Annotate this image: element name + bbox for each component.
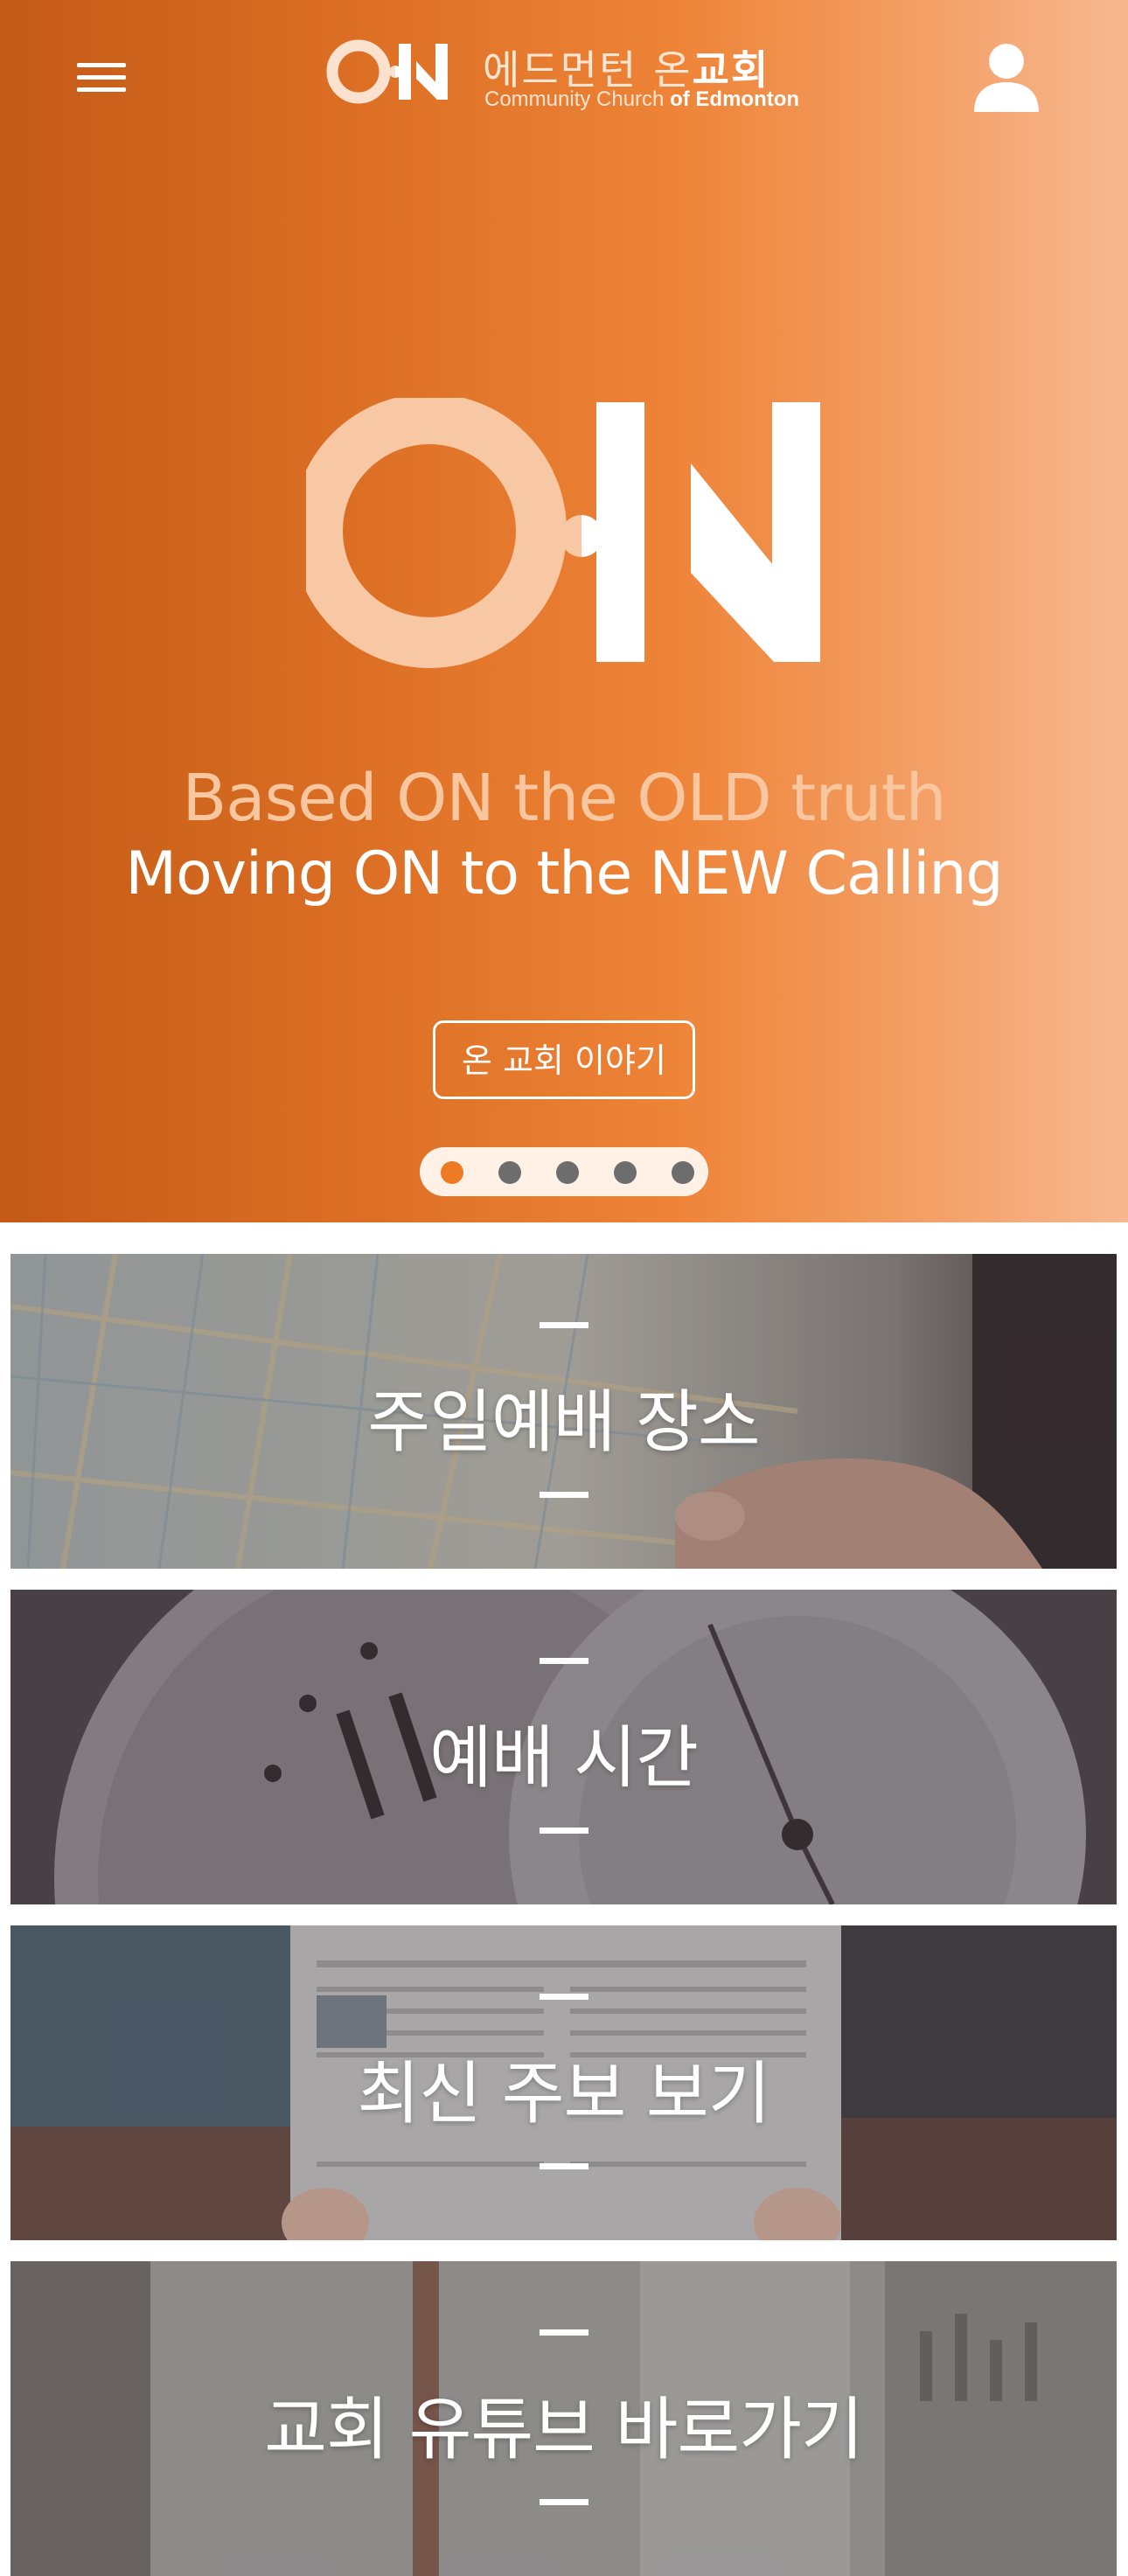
carousel-pagination xyxy=(420,1147,708,1196)
latest-bulletin-card[interactable]: 최신 주보 보기 xyxy=(10,1925,1117,2240)
user-profile-icon[interactable] xyxy=(972,42,1041,114)
card-divider xyxy=(540,2329,588,2336)
church-logo[interactable]: 에드먼턴 온교회 Community Church of Edmonton xyxy=(325,31,815,119)
church-story-button[interactable]: 온 교회 이야기 xyxy=(433,1020,695,1099)
church-youtube-card[interactable]: 교회 유튜브 바로가기 xyxy=(10,2261,1117,2576)
on-logo-icon xyxy=(326,39,448,104)
carousel-dot-5[interactable] xyxy=(672,1161,694,1184)
card-divider xyxy=(540,2163,588,2169)
card-title: 교회 유튜브 바로가기 xyxy=(264,2391,863,2469)
hero-tagline-secondary: Moving ON to the NEW Calling xyxy=(125,839,1003,909)
hero-banner: 에드먼턴 온교회 Community Church of Edmonton Ba… xyxy=(0,0,1128,1222)
card-divider xyxy=(540,1658,588,1664)
card-divider xyxy=(540,1322,588,1328)
hero-on-logo xyxy=(306,398,820,668)
card-title: 최신 주보 보기 xyxy=(357,2055,770,2134)
brand-name-english: Community Church of Edmonton xyxy=(484,87,800,111)
carousel-dot-2[interactable] xyxy=(498,1161,521,1184)
card-divider xyxy=(540,1828,588,1834)
carousel-dot-4[interactable] xyxy=(614,1161,637,1184)
card-divider xyxy=(540,2499,588,2505)
worship-time-card[interactable]: 예배 시간 xyxy=(10,1590,1117,1904)
card-title: 예배 시간 xyxy=(429,1719,699,1798)
worship-location-card[interactable]: 주일예배 장소 xyxy=(10,1254,1117,1569)
card-title: 주일예배 장소 xyxy=(367,1383,760,1462)
card-divider xyxy=(540,1492,588,1498)
card-divider xyxy=(540,1994,588,2000)
carousel-dot-1[interactable] xyxy=(441,1161,463,1184)
hero-tagline-primary: Based ON the OLD truth xyxy=(182,761,946,836)
carousel-dot-3[interactable] xyxy=(556,1161,579,1184)
top-navigation-bar: 에드먼턴 온교회 Community Church of Edmonton xyxy=(0,0,1128,157)
hamburger-menu-icon[interactable] xyxy=(77,59,133,98)
